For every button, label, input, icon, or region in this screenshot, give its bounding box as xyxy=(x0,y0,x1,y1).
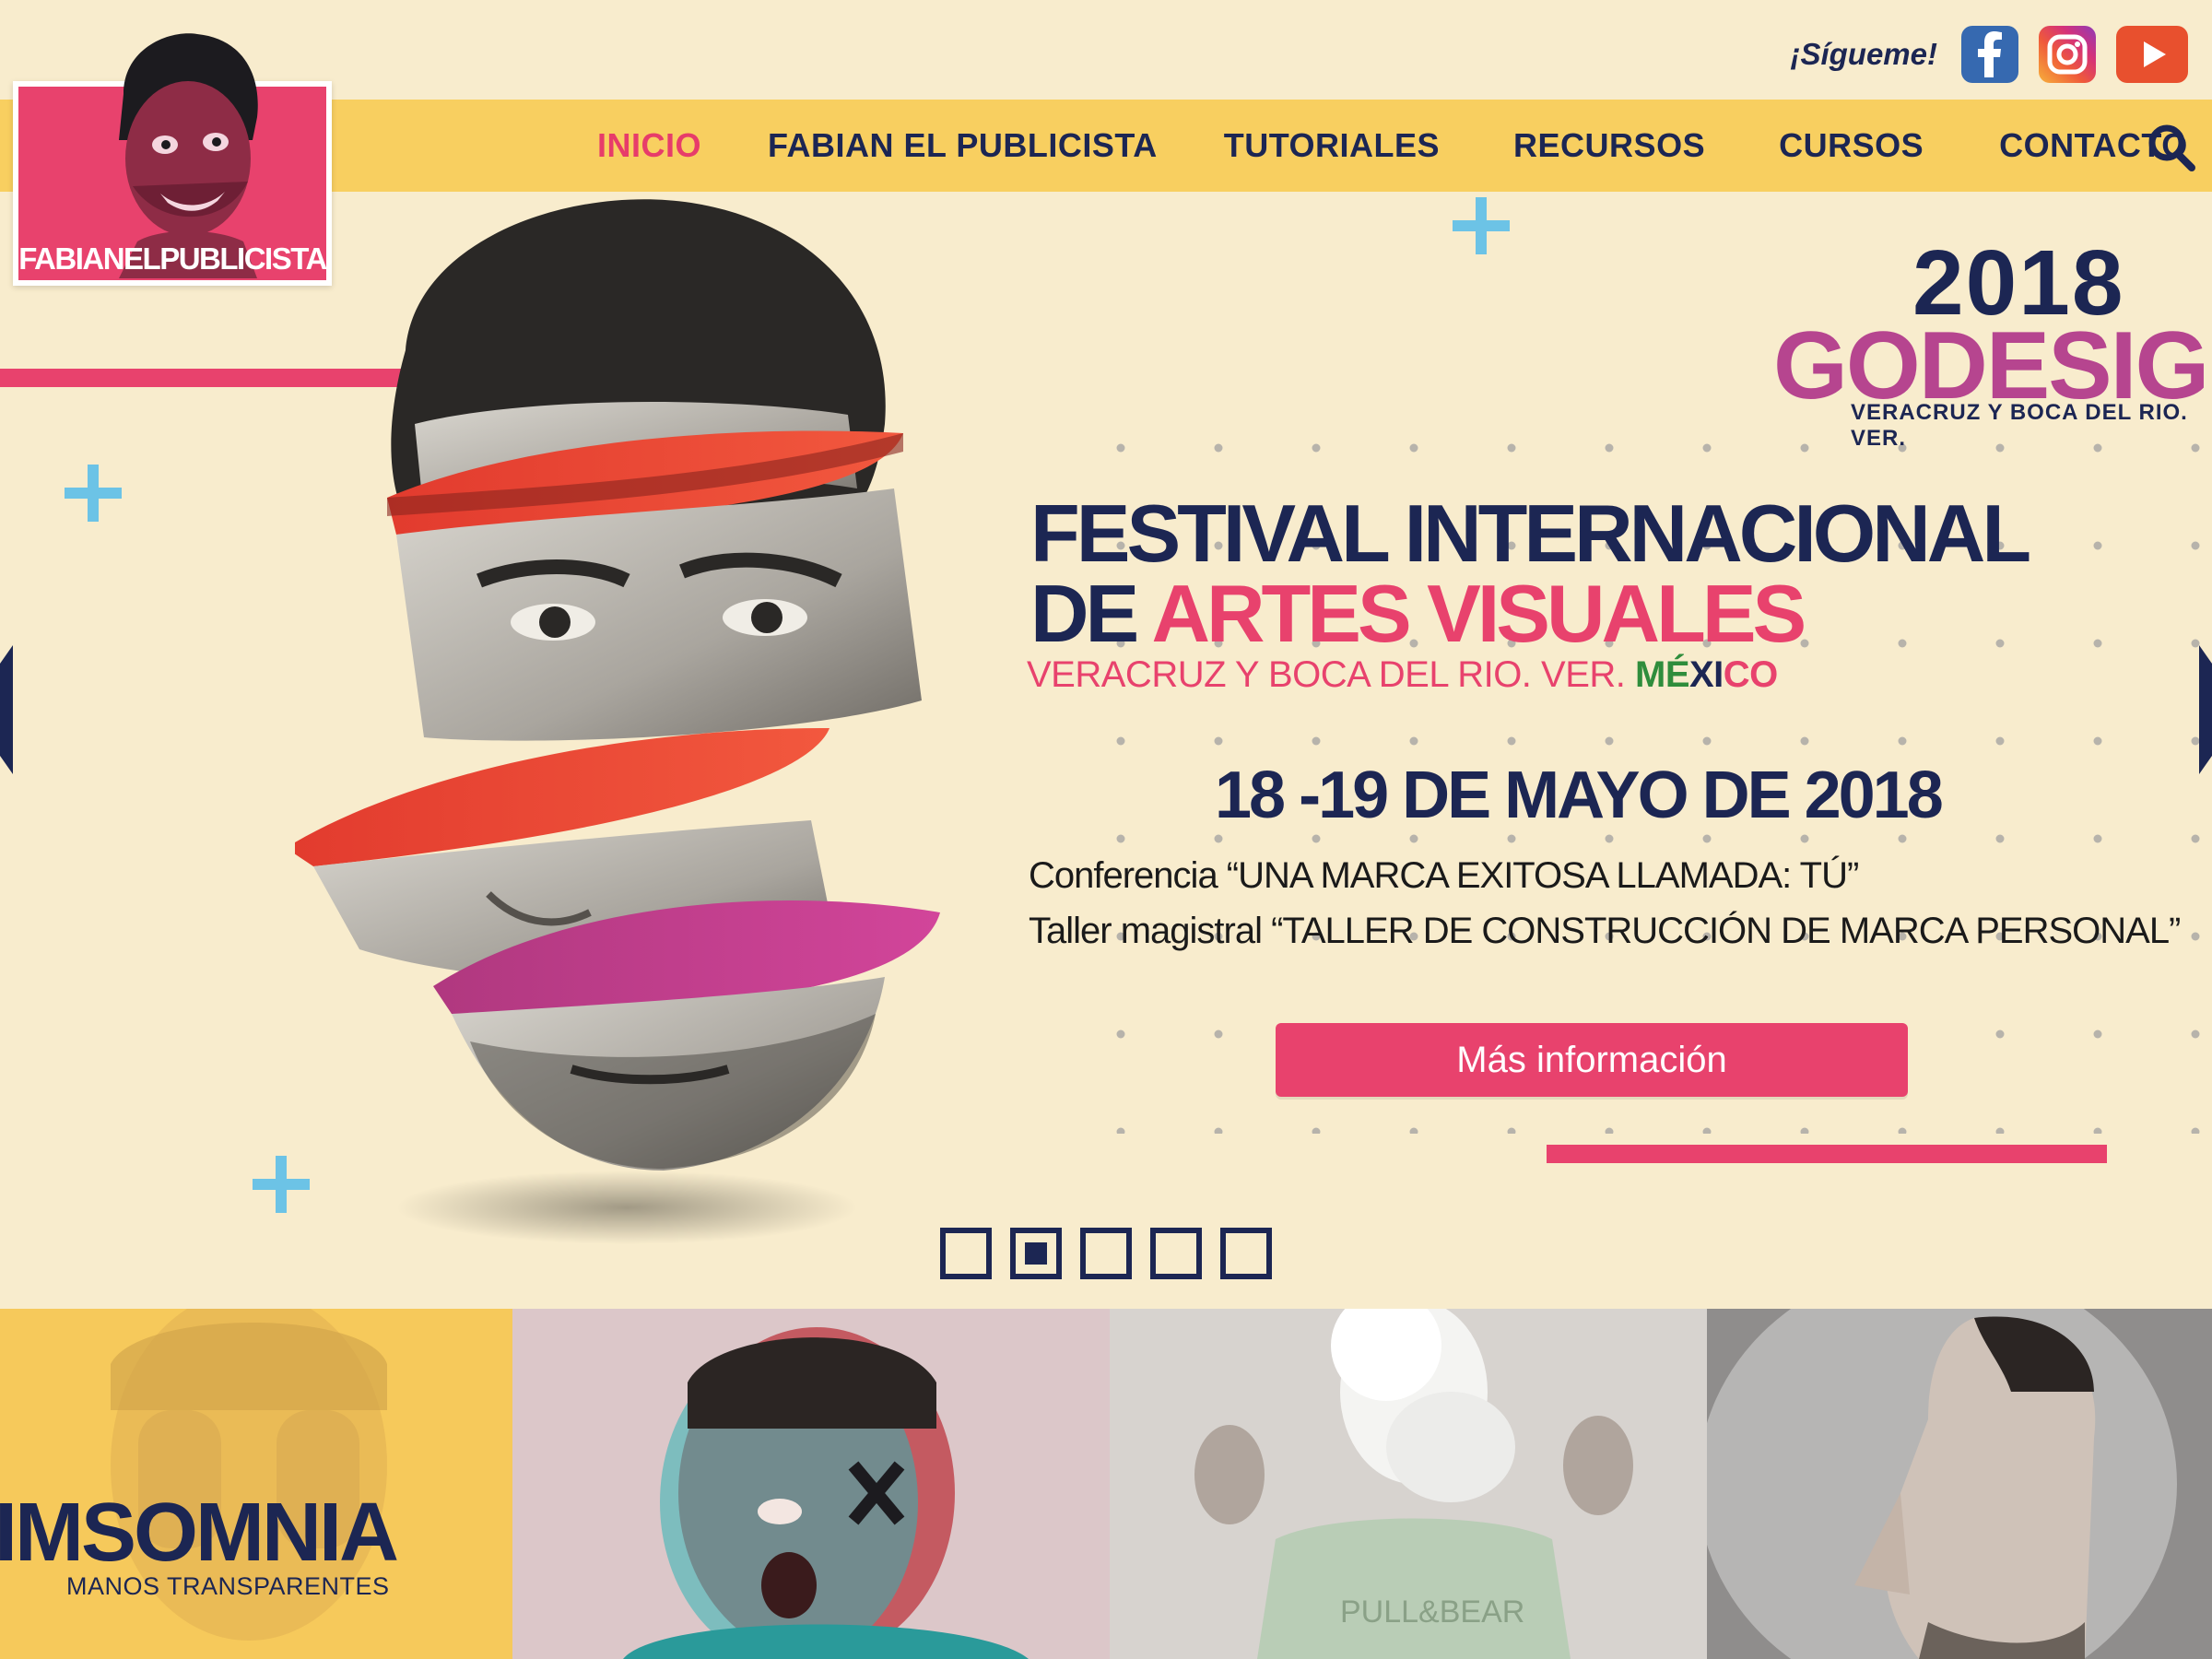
country-part-white: XI xyxy=(1689,654,1724,695)
slider-prev-arrow[interactable] xyxy=(0,645,13,774)
follow-label: ¡Sígueme! xyxy=(1790,37,1937,71)
event-location-small: VERACRUZ Y BOCA DEL RIO. VER. xyxy=(1851,400,2188,451)
main-navbar: INICIO FABIAN EL PUBLICISTA TUTORIALES R… xyxy=(0,100,2212,192)
nav-item-cursos[interactable]: CURSOS xyxy=(1779,126,1924,165)
logo-text: FABIANELPUBLICISTA xyxy=(18,241,327,276)
nav-item-tutoriales[interactable]: TUTORIALES xyxy=(1224,126,1440,165)
instagram-icon[interactable] xyxy=(2039,26,2096,83)
smoke-head-image: PULL&BEAR xyxy=(1194,1309,1633,1659)
festival-title-accent: ARTES VISUALES xyxy=(1151,568,1806,659)
festival-title-line1: FESTIVAL INTERNACIONAL xyxy=(1030,488,2031,579)
workshop-text: Taller magistral “TALLER DE CONSTRUCCIÓN… xyxy=(1029,911,2181,951)
gallery-tile-insomnia[interactable]: IMSOMNIA MANOS TRANSPARENTES xyxy=(0,1309,512,1659)
gallery-tile-2[interactable] xyxy=(512,1309,1110,1659)
featured-gallery: IMSOMNIA MANOS TRANSPARENTES PULL&BEAR xyxy=(0,1309,2212,1659)
hero-slider: 2018 GODESIGN VERACRUZ Y BOCA DEL RIO. V… xyxy=(0,0,2212,1309)
social-bar: ¡Sígueme! xyxy=(1790,24,2188,85)
site-logo[interactable]: FABIANELPUBLICISTA xyxy=(13,33,332,286)
facebook-icon[interactable] xyxy=(1961,26,2018,83)
pager-dot-2[interactable] xyxy=(1010,1228,1062,1279)
festival-title-prefix: DE xyxy=(1030,568,1152,659)
search-icon[interactable] xyxy=(2146,122,2197,173)
profile-portrait-image xyxy=(1707,1309,2177,1659)
svg-text:PULL&BEAR: PULL&BEAR xyxy=(1340,1594,1524,1630)
conference-text: Conferencia “UNA MARCA EXITOSA LLAMADA: … xyxy=(1029,855,1859,896)
event-date: 18 -19 DE MAYO DE 2018 xyxy=(1215,759,1944,832)
country-part-red: CO xyxy=(1723,654,1779,695)
insomnia-image xyxy=(111,1309,387,1641)
festival-title-line2: DE ARTES VISUALES xyxy=(1030,573,1806,654)
plus-icon xyxy=(1453,197,1510,254)
nav-item-recursos[interactable]: RECURSOS xyxy=(1513,126,1705,165)
youtube-icon[interactable] xyxy=(2116,26,2188,83)
nav-menu: INICIO FABIAN EL PUBLICISTA TUTORIALES R… xyxy=(571,100,2188,192)
gallery-tile-title: IMSOMNIA xyxy=(0,1487,399,1579)
pager-dot-1[interactable] xyxy=(940,1228,992,1279)
festival-location: VERACRUZ Y BOCA DEL RIO. VER. MÉXICO xyxy=(1027,654,1778,696)
pager-dot-5[interactable] xyxy=(1220,1228,1272,1279)
nav-item-fabian-el-publicista[interactable]: FABIAN EL PUBLICISTA xyxy=(768,126,1158,165)
glitch-portrait-image xyxy=(623,1327,1029,1659)
slider-next-arrow[interactable] xyxy=(2199,645,2212,774)
slider-pager xyxy=(940,1228,1272,1279)
plus-icon xyxy=(65,465,122,522)
pager-dot-3[interactable] xyxy=(1080,1228,1132,1279)
gallery-tile-4[interactable] xyxy=(1707,1309,2212,1659)
nav-item-inicio[interactable]: INICIO xyxy=(597,126,701,165)
sliced-head-illustration xyxy=(295,199,940,1244)
country-part-green: MÉ xyxy=(1635,654,1690,695)
more-info-button[interactable]: Más información xyxy=(1276,1023,1908,1097)
festival-location-text: VERACRUZ Y BOCA DEL RIO. VER. xyxy=(1027,654,1635,695)
gallery-tile-3[interactable]: PULL&BEAR xyxy=(1110,1309,1707,1659)
pink-accent-bar-right xyxy=(1547,1145,2107,1163)
pager-dot-4[interactable] xyxy=(1150,1228,1202,1279)
gallery-tile-subtitle: MANOS TRANSPARENTES xyxy=(66,1572,390,1600)
